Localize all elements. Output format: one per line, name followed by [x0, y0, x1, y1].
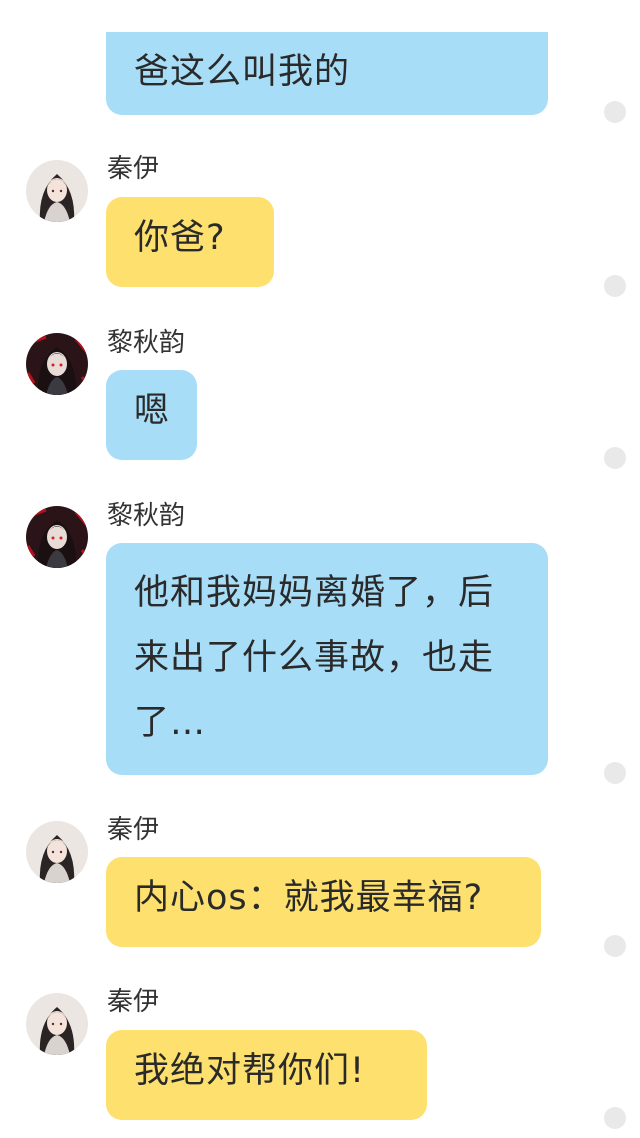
- message-status-dot: [604, 275, 626, 297]
- message-text: 内心os：就我最幸福?: [134, 878, 484, 918]
- chat-thread: 爸这么叫我的 秦伊 你爸? 黎秋韵 嗯 黎秋韵 他和我妈妈离婚了，后来出了什么事…: [0, 0, 640, 1138]
- sender-name: 黎秋韵: [107, 328, 186, 358]
- message-status-dot: [604, 1107, 626, 1129]
- sender-name: 秦伊: [107, 154, 160, 184]
- message-text: 嗯: [134, 391, 171, 431]
- message-bubble[interactable]: 内心os：就我最幸福?: [106, 857, 541, 947]
- liqiuyun-avatar-icon[interactable]: [26, 333, 88, 395]
- message-bubble[interactable]: 我绝对帮你们!: [106, 1030, 427, 1120]
- sender-name: 秦伊: [107, 815, 160, 845]
- liqiuyun-avatar-icon[interactable]: [26, 506, 88, 568]
- qinyi-avatar-icon[interactable]: [26, 160, 88, 222]
- qinyi-avatar-icon[interactable]: [26, 821, 88, 883]
- message-text: 爸这么叫我的: [134, 52, 351, 92]
- message-bubble[interactable]: 他和我妈妈离婚了，后来出了什么事故，也走了…: [106, 543, 548, 775]
- message-status-dot: [604, 762, 626, 784]
- message-bubble[interactable]: 嗯: [106, 370, 197, 460]
- message-text: 你爸?: [134, 218, 226, 258]
- message-status-dot: [604, 447, 626, 469]
- message-text: 我绝对帮你们!: [134, 1051, 366, 1091]
- sender-name: 黎秋韵: [107, 501, 186, 531]
- sender-name: 秦伊: [107, 987, 160, 1017]
- message-bubble[interactable]: 你爸?: [106, 197, 274, 287]
- message-status-dot: [604, 935, 626, 957]
- message-text: 他和我妈妈离婚了，后来出了什么事故，也走了…: [134, 573, 495, 743]
- qinyi-avatar-icon[interactable]: [26, 993, 88, 1055]
- message-bubble[interactable]: 爸这么叫我的: [106, 32, 548, 115]
- message-status-dot: [604, 101, 626, 123]
